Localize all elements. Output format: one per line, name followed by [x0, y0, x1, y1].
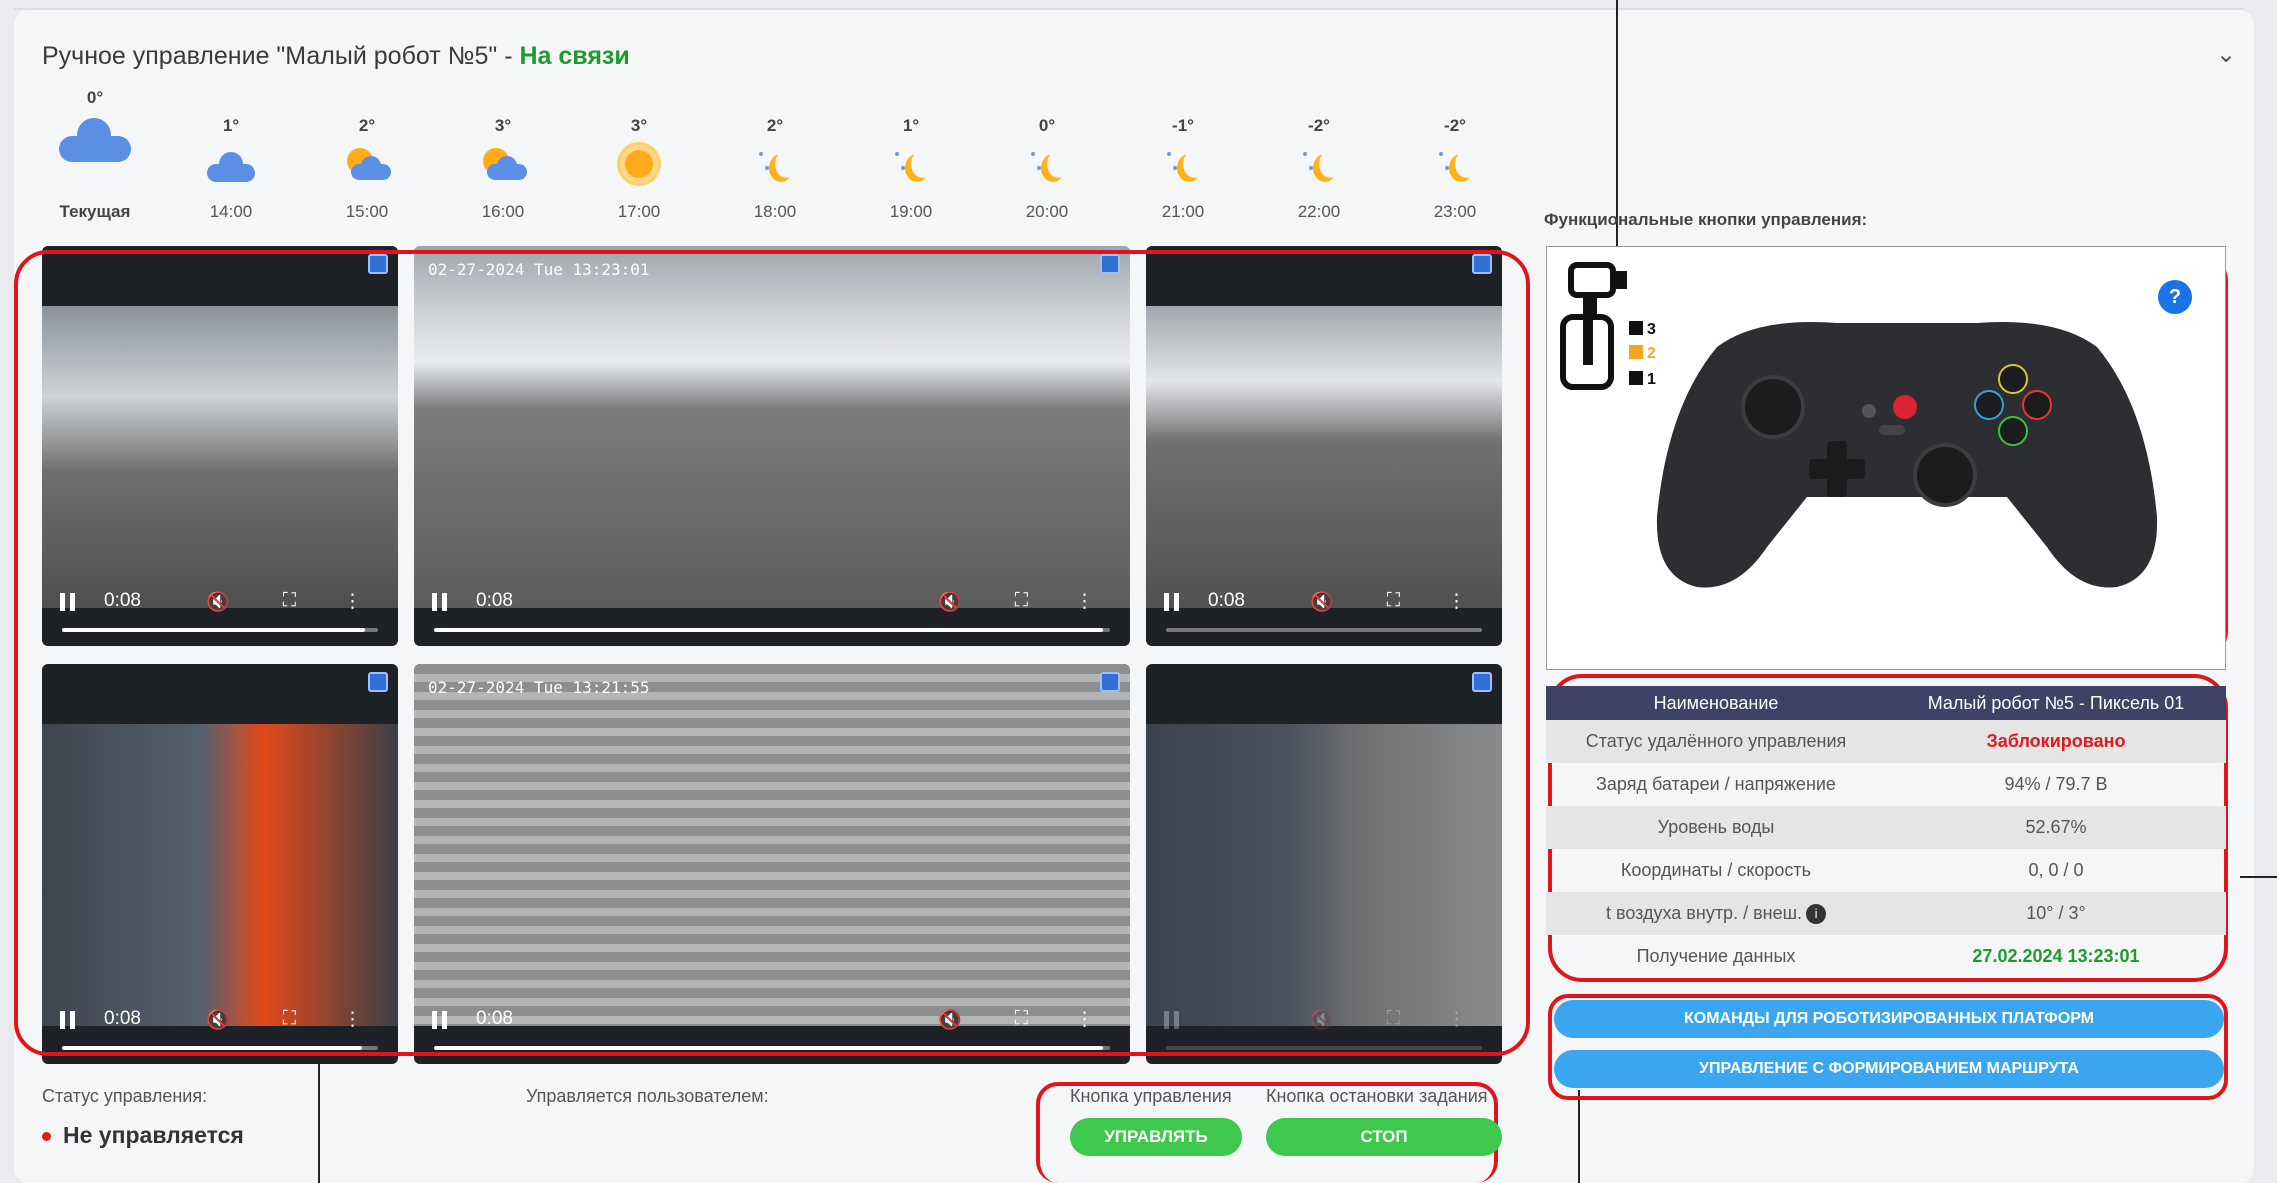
row-label: Статус удалённого управления — [1585, 731, 1847, 751]
status-dot-icon — [42, 1132, 51, 1142]
weather-time: 15:00 — [345, 202, 389, 221]
connection-status: На связи — [519, 42, 630, 70]
moon-icon — [1153, 142, 1213, 192]
cloud-icon — [201, 142, 261, 192]
row-label: Заряд батареи / напряжение — [1596, 774, 1836, 794]
moon-icon — [745, 142, 805, 192]
weather-time: 17:00 — [617, 202, 661, 221]
control-button-caption: Кнопка управления — [1070, 1086, 1232, 1106]
annotation-pointer-line — [2240, 876, 2277, 878]
robot-info-table: Наименование Малый робот №5 - Пиксель 01… — [1546, 686, 2226, 978]
gamepad-icon: 3 2 1 — [1560, 262, 2158, 588]
column-header: Наименование — [1653, 693, 1779, 713]
controlled-by-label: Управляется пользователем: — [526, 1086, 769, 1106]
row-value: 0, 0 / 0 — [2028, 860, 2084, 880]
row-value: 94% / 79.7 В — [2004, 774, 2108, 794]
control-status-label: Статус управления: — [42, 1086, 208, 1106]
table-header: Наименование Малый робот №5 - Пиксель 01 — [1546, 686, 2226, 720]
stop-task-button[interactable]: СТОП — [1266, 1118, 1502, 1156]
weather-time: 23:00 — [1433, 202, 1477, 221]
weather-time: 21:00 — [1161, 202, 1205, 221]
weather-temp: 2° — [766, 116, 784, 135]
weather-temp: 0° — [86, 88, 104, 107]
table-row: Уровень воды 52.67% — [1546, 806, 2226, 849]
partly-sunny-icon — [473, 142, 533, 192]
weather-item: -2° 22:00 — [1264, 116, 1374, 221]
annotation-video-area — [14, 250, 1530, 1056]
cloud-icon — [59, 114, 131, 166]
table-row: Получение данных 27.02.2024 13:23:01 — [1546, 935, 2226, 978]
row-label: Уровень воды — [1657, 817, 1775, 837]
row-label: Координаты / скорость — [1620, 860, 1812, 880]
panel-title: Ручное управление "Малый робот №5" - На … — [42, 42, 630, 71]
weather-item: 3° 16:00 — [448, 116, 558, 221]
annotation-pointer-line — [1578, 1090, 1580, 1183]
weather-time: 22:00 — [1297, 202, 1341, 221]
row-label: t воздуха внутр. / внеш. i — [1546, 892, 1886, 935]
weather-item-current: 0° Текущая — [40, 88, 150, 221]
weather-item: 1° 14:00 — [176, 116, 286, 221]
gear-level-2: 2 — [1647, 345, 1656, 362]
table-row: Координаты / скорость 0, 0 / 0 — [1546, 849, 2226, 892]
moon-icon — [1289, 142, 1349, 192]
moon-icon — [1017, 142, 1077, 192]
row-value: Заблокировано — [1986, 731, 2126, 751]
function-buttons-title: Функциональные кнопки управления: — [1544, 210, 1868, 229]
weather-item: -2° 23:00 — [1400, 116, 1510, 221]
take-control-button[interactable]: УПРАВЛЯТЬ — [1070, 1118, 1242, 1156]
weather-item: 3° 17:00 — [584, 116, 694, 221]
row-value: 27.02.2024 13:23:01 — [1972, 946, 2140, 966]
control-status-text: Не управляется — [63, 1122, 244, 1148]
weather-time: 18:00 — [753, 202, 797, 221]
gear-shifter-icon: 3 2 1 — [1560, 262, 1656, 390]
info-icon[interactable]: i — [1806, 904, 1827, 925]
annotation-pointer-line — [318, 1060, 320, 1183]
chevron-down-icon[interactable]: ⌄ — [2216, 40, 2236, 69]
weather-forecast: 0° Текущая 1° 14:00 2° 15:00 3° 16:00 3°… — [40, 88, 1500, 228]
gamepad-panel: 3 2 1 — [1546, 246, 2226, 670]
sun-icon — [609, 142, 669, 192]
weather-temp: 3° — [630, 116, 648, 135]
weather-temp: 1° — [222, 116, 240, 135]
weather-temp: 0° — [1038, 116, 1056, 135]
row-label-text: t воздуха внутр. / внеш. — [1605, 903, 1803, 923]
route-control-button[interactable]: УПРАВЛЕНИЕ С ФОРМИРОВАНИЕМ МАРШРУТА — [1554, 1050, 2224, 1088]
weather-item: 2° 15:00 — [312, 116, 422, 221]
row-value: 52.67% — [2025, 817, 2087, 837]
weather-temp: 1° — [902, 116, 920, 135]
moon-icon — [881, 142, 941, 192]
partly-sunny-icon — [337, 142, 397, 192]
weather-time: 19:00 — [889, 202, 933, 221]
robot-platform-commands-button[interactable]: КОМАНДЫ ДЛЯ РОБОТИЗИРОВАННЫХ ПЛАТФОРМ — [1554, 1000, 2224, 1038]
weather-item: -1° 21:00 — [1128, 116, 1238, 221]
help-icon[interactable]: ? — [2158, 280, 2192, 314]
weather-item: 0° 20:00 — [992, 116, 1102, 221]
weather-temp: -2° — [1444, 116, 1466, 135]
weather-time: 14:00 — [209, 202, 253, 221]
title-text: Ручное управление "Малый робот №5" - — [42, 42, 520, 70]
weather-time: Текущая — [59, 202, 131, 221]
control-status-value: Не управляется — [42, 1122, 244, 1149]
stop-button-caption: Кнопка остановки задания — [1266, 1086, 1488, 1106]
weather-temp: 2° — [358, 116, 376, 135]
gear-level-1: 1 — [1647, 371, 1656, 388]
row-value: 10° / 3° — [2026, 903, 2086, 923]
weather-item: 2° 18:00 — [720, 116, 830, 221]
weather-temp: -2° — [1308, 116, 1330, 135]
weather-item: 1° 19:00 — [856, 116, 966, 221]
row-label: Получение данных — [1636, 946, 1796, 966]
table-row: Заряд батареи / напряжение 94% / 79.7 В — [1546, 763, 2226, 806]
column-header: Малый робот №5 - Пиксель 01 — [1927, 693, 2185, 713]
weather-time: 16:00 — [481, 202, 525, 221]
weather-time: 20:00 — [1025, 202, 1069, 221]
weather-temp: -1° — [1172, 116, 1194, 135]
table-row: t воздуха внутр. / внеш. i 10° / 3° — [1546, 892, 2226, 935]
weather-temp: 3° — [494, 116, 512, 135]
moon-icon — [1425, 142, 1485, 192]
table-row: Статус удалённого управления Заблокирова… — [1546, 720, 2226, 763]
gear-level-3: 3 — [1647, 321, 1656, 338]
